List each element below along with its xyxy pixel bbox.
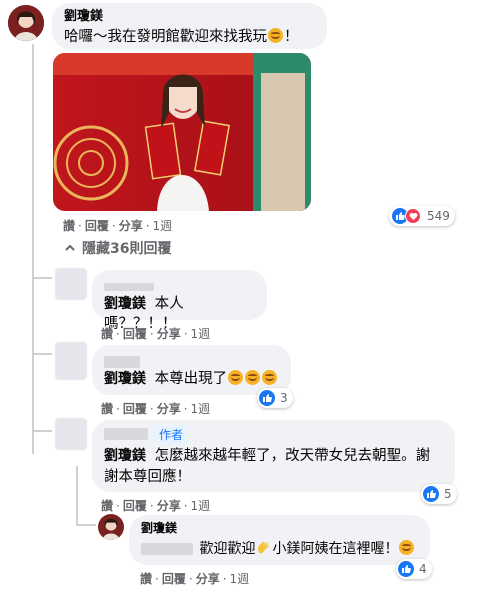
hide-replies-toggle[interactable]: 隱藏36則回覆 [64,238,171,258]
smile-emoji-icon [262,370,278,385]
like-link[interactable]: 讚 [63,219,75,233]
timestamp[interactable]: 1週 [230,572,250,586]
avatar-image [8,5,44,41]
reply-text: 本尊出現了 [154,371,228,387]
timestamp[interactable]: 1週 [191,327,211,341]
reply-actions: 讚 · 回覆 · 分享 · 1週 [101,499,211,513]
reply-link[interactable]: 回覆 [162,572,186,586]
comment-photo[interactable] [53,53,311,211]
reply-link[interactable]: 回覆 [123,327,147,341]
reply-text-cont: 謝本尊回應！ [104,469,191,485]
thread-line-nested [76,466,78,526]
chevron-up-icon [65,244,75,251]
reply-bubble: 劉瓊鎂 本人嗎？？！！ [92,270,267,332]
mention-link[interactable]: 劉瓊鎂 [104,371,146,387]
reaction-count: 4 [419,562,427,576]
timestamp[interactable]: 1週 [191,499,211,513]
comment-text: 哈囉～我在發明館歡迎來找我玩！ [64,28,299,45]
reply-text: 怎麼越來越年輕了，改天帶女兒去朝聖。謝 [154,448,431,464]
love-reaction-icon [405,208,421,224]
avatar[interactable] [55,418,87,450]
smile-emoji-icon [268,28,283,43]
clap-emoji-icon [256,540,271,555]
mention-link[interactable]: 劉瓊鎂 [104,448,146,464]
share-link[interactable]: 分享 [157,499,181,513]
reply-bubble: 劉瓊鎂 本尊出現了 [92,345,291,395]
thread-line-main [32,44,34,454]
photo-image [53,53,311,211]
like-reaction-icon [259,390,275,406]
smile-emoji-icon [228,370,244,385]
comment-bubble: 劉瓊鎂 哈囉～我在發明館歡迎來找我玩！ [52,3,327,49]
like-link[interactable]: 讚 [101,499,113,513]
like-reaction-icon [398,561,414,577]
reply-author-name[interactable] [104,428,148,440]
reply-link[interactable]: 回覆 [123,402,147,416]
reply-author[interactable] [104,276,255,291]
avatar[interactable] [8,5,44,41]
like-link[interactable]: 讚 [101,327,113,341]
mention-link[interactable]: 劉瓊鎂 [104,296,146,312]
share-link[interactable]: 分享 [157,327,181,341]
reaction-count: 549 [427,209,450,223]
reaction-count: 5 [444,487,452,501]
reply-actions: 讚 · 回覆 · 分享 · 1週 [101,402,211,416]
reply-author[interactable]: 劉瓊鎂 [141,521,418,535]
reaction-count: 3 [280,391,288,405]
smile-emoji-icon [245,370,261,385]
avatar[interactable] [98,514,124,540]
hide-replies-label: 隱藏36則回覆 [82,241,172,257]
avatar[interactable] [55,268,87,300]
comment-author[interactable]: 劉瓊鎂 [64,9,315,25]
thread-connector-3 [32,430,52,432]
thread-connector-nested [76,524,96,526]
reply-text-cont: 小鎂阿姨在這裡喔！ [272,541,399,557]
reaction-summary[interactable]: 549 [389,206,455,226]
avatar-image [98,514,124,540]
like-reaction-icon [423,486,439,502]
avatar[interactable] [55,342,87,380]
author-badge: 作者 [154,424,189,444]
smile-emoji-icon [399,540,415,555]
reaction-summary[interactable]: 3 [257,388,293,408]
reaction-summary[interactable]: 5 [421,484,457,504]
reply-link[interactable]: 回覆 [123,499,147,513]
timestamp[interactable]: 1週 [191,402,211,416]
share-link[interactable]: 分享 [119,219,143,233]
reply-author[interactable] [104,351,279,368]
reply-bubble: 作者 劉瓊鎂 怎麼越來越年輕了，改天帶女兒去朝聖。謝 謝本尊回應！ [92,420,455,492]
comment-actions: 讚 · 回覆 · 分享 · 1週 [63,219,173,233]
reply-actions: 讚 · 回覆 · 分享 · 1週 [140,572,250,586]
share-link[interactable]: 分享 [196,572,220,586]
reply-link[interactable]: 回覆 [85,219,109,233]
reaction-summary[interactable]: 4 [396,559,432,579]
thread-connector-1 [32,277,52,279]
reply-author: 作者 [104,424,443,444]
share-link[interactable]: 分享 [157,402,181,416]
like-link[interactable]: 讚 [101,402,113,416]
mention-link[interactable] [141,543,193,555]
reply-bubble: 劉瓊鎂 歡迎歡迎 小鎂阿姨在這裡喔！ [129,515,430,565]
timestamp[interactable]: 1週 [153,219,173,233]
reply-text: 歡迎歡迎 [199,541,256,557]
like-link[interactable]: 讚 [140,572,152,586]
thread-connector-2 [32,353,52,355]
reply-actions: 讚 · 回覆 · 分享 · 1週 [101,327,211,341]
